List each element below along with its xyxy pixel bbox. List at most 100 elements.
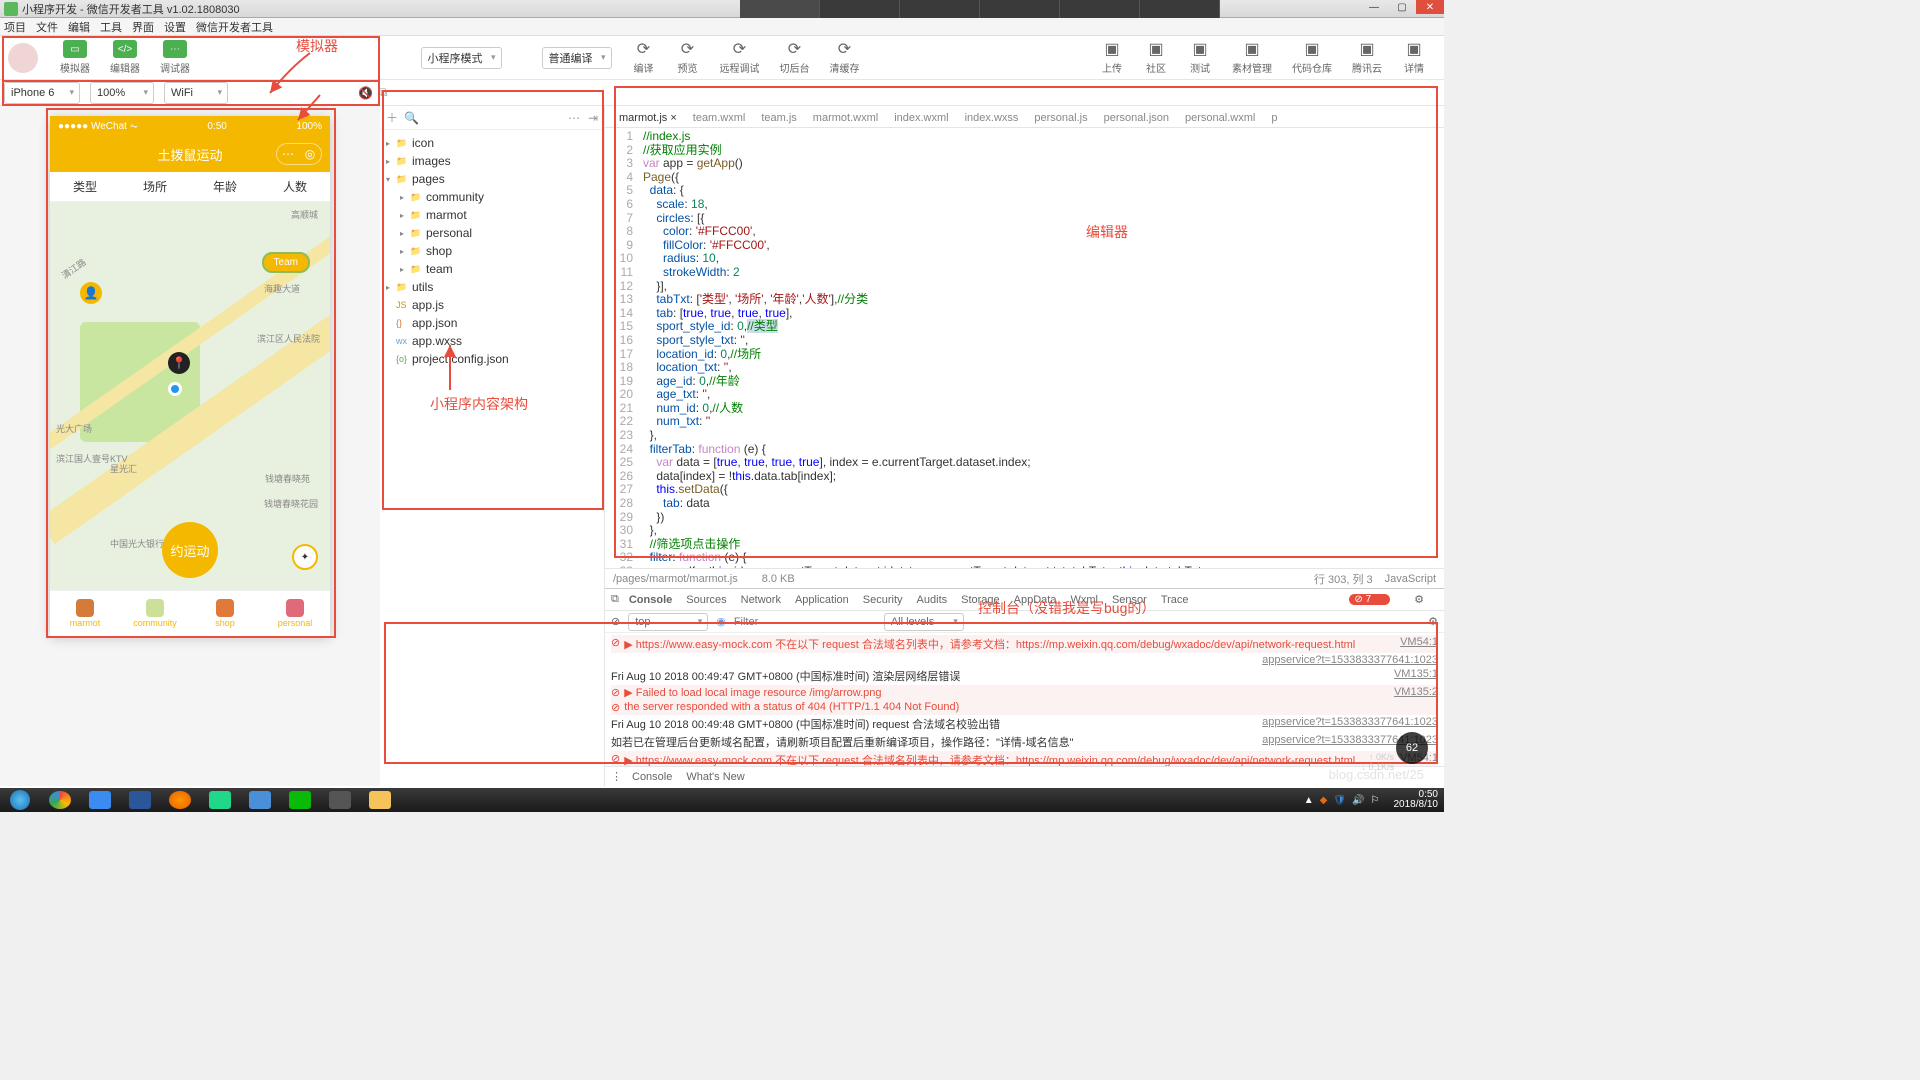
menu-project[interactable]: 项目 — [4, 19, 26, 35]
preview-button[interactable]: ⟳预览 — [676, 40, 700, 75]
maximize-btn[interactable]: ▢ — [1388, 0, 1416, 14]
test-button[interactable]: ▣测试 — [1188, 40, 1212, 75]
tb-word[interactable] — [120, 788, 160, 812]
repo-button[interactable]: ▣代码仓库 — [1292, 40, 1332, 75]
marker-person-icon[interactable]: 👤 — [80, 282, 102, 304]
drawer-console[interactable]: Console — [632, 771, 672, 783]
compass-icon[interactable]: ✦ — [292, 544, 318, 570]
user-avatar[interactable] — [8, 43, 38, 73]
mute-icon[interactable]: 🔇 — [358, 86, 373, 100]
tree-images[interactable]: ▸📁images — [380, 152, 604, 170]
map-view[interactable]: 高顺城 清江路 海趣大道 滨江区人民法院 钱塘春晓苑 钱塘春晓花园 光大广场 滨… — [50, 202, 330, 590]
detail-button[interactable]: ▣详情 — [1402, 40, 1426, 75]
tb-firefox[interactable] — [160, 788, 200, 812]
menu-settings[interactable]: 设置 — [164, 19, 186, 35]
editor-toggle[interactable]: </>编辑器 — [110, 40, 140, 75]
tree-utils[interactable]: ▸📁utils — [380, 278, 604, 296]
team-marker[interactable]: Team — [262, 252, 310, 273]
minimize-btn[interactable]: — — [1360, 0, 1388, 14]
filter-input[interactable] — [734, 616, 876, 628]
editor-tab[interactable]: marmot.wxml — [805, 109, 886, 127]
editor-tabs[interactable]: marmot.js ×team.wxmlteam.jsmarmot.wxmlin… — [605, 106, 1444, 128]
more-icon[interactable]: ⋯ — [568, 111, 580, 125]
device-select[interactable]: iPhone 6 — [4, 82, 80, 104]
popout-icon[interactable]: ⧉ — [379, 85, 388, 100]
tree-marmot[interactable]: ▸📁marmot — [380, 206, 604, 224]
console-settings-icon[interactable]: ⚙ — [1428, 615, 1438, 628]
devtab-console[interactable]: Console — [629, 594, 672, 606]
drawer-more-icon[interactable]: ⋮ — [611, 770, 622, 783]
tab-marmot[interactable]: marmot — [50, 591, 120, 636]
tab-personal[interactable]: personal — [260, 591, 330, 636]
filter-place[interactable]: 场所 — [120, 172, 190, 201]
upload-button[interactable]: ▣上传 — [1100, 40, 1124, 75]
tree-project.config.json[interactable]: {o}project.config.json — [380, 350, 604, 368]
tb-baidu[interactable] — [80, 788, 120, 812]
filter-age[interactable]: 年龄 — [190, 172, 260, 201]
tb-explorer[interactable] — [360, 788, 400, 812]
compile-button[interactable]: ⟳编译 — [632, 40, 656, 75]
bg-button[interactable]: ⟳切后台 — [780, 40, 810, 75]
editor-tab[interactable]: personal.js — [1026, 109, 1095, 127]
tab-shop[interactable]: shop — [190, 591, 260, 636]
devtab-application[interactable]: Application — [795, 594, 849, 606]
tree-icon[interactable]: ▸📁icon — [380, 134, 604, 152]
add-file-icon[interactable]: ＋ — [386, 109, 398, 126]
menu-edit[interactable]: 编辑 — [68, 19, 90, 35]
tree-personal[interactable]: ▸📁personal — [380, 224, 604, 242]
elements-icon[interactable]: ⧉ — [611, 593, 619, 606]
menu-tools[interactable]: 工具 — [100, 19, 122, 35]
start-button[interactable] — [0, 788, 40, 812]
editor-tab[interactable]: index.wxml — [886, 109, 956, 127]
tree-app.wxss[interactable]: wxapp.wxss — [380, 332, 604, 350]
context-select[interactable]: top — [628, 613, 708, 631]
tab-community[interactable]: community — [120, 591, 190, 636]
tree-pages[interactable]: ▾📁pages — [380, 170, 604, 188]
material-button[interactable]: ▣素材管理 — [1232, 40, 1272, 75]
menubar[interactable]: 项目 文件 编辑 工具 界面 设置 微信开发者工具 — [0, 18, 1444, 36]
remote-button[interactable]: ⟳远程调试 — [720, 40, 760, 75]
editor-tab[interactable]: marmot.js × — [611, 109, 685, 127]
system-tray[interactable]: ▲◆🛡🔊⚐ 0:502018/8/10 — [1298, 790, 1444, 810]
devtab-network[interactable]: Network — [741, 594, 781, 606]
community-button[interactable]: ▣社区 — [1144, 40, 1168, 75]
editor-tab[interactable]: personal.wxml — [1177, 109, 1263, 127]
devtab-trace[interactable]: Trace — [1161, 594, 1189, 606]
cache-button[interactable]: ⟳清缓存 — [830, 40, 860, 75]
tb-app2[interactable] — [320, 788, 360, 812]
code-editor[interactable]: 1234567891011121314151617181920212223242… — [605, 128, 1444, 568]
tx-button[interactable]: ▣腾讯云 — [1352, 40, 1382, 75]
drawer-whatsnew[interactable]: What's New — [686, 771, 744, 783]
os-taskbar[interactable]: ▲◆🛡🔊⚐ 0:502018/8/10 — [0, 788, 1444, 812]
editor-tab[interactable]: p — [1263, 109, 1285, 127]
filter-bar[interactable]: 类型 场所 年龄 人数 — [50, 172, 330, 202]
tb-chrome[interactable] — [40, 788, 80, 812]
tabbar[interactable]: marmot community shop personal — [50, 590, 330, 636]
editor-tab[interactable]: team.js — [753, 109, 804, 127]
filter-type[interactable]: 类型 — [50, 172, 120, 201]
marker-pin-icon[interactable]: 📍 — [168, 352, 190, 374]
file-tree[interactable]: ＋🔍⋯⇥ ▸📁icon▸📁images▾📁pages▸📁community▸📁m… — [380, 106, 605, 786]
error-count[interactable]: ⊘ 7 — [1349, 594, 1390, 605]
editor-tab[interactable]: team.wxml — [685, 109, 754, 127]
mode-select[interactable]: 小程序模式 — [421, 47, 502, 69]
debugger-toggle[interactable]: ⋯调试器 — [160, 40, 190, 75]
network-select[interactable]: WiFi — [164, 82, 228, 104]
menu-file[interactable]: 文件 — [36, 19, 58, 35]
console-output[interactable]: ⊘▶ https://www.easy-mock.com 不在以下 reques… — [605, 633, 1444, 766]
tree-app.js[interactable]: JSapp.js — [380, 296, 604, 314]
editor-tab[interactable]: personal.json — [1096, 109, 1177, 127]
clear-icon[interactable]: ⊘ — [611, 615, 620, 628]
tb-pycharm[interactable] — [200, 788, 240, 812]
search-icon[interactable]: 🔍 — [404, 111, 419, 125]
tb-app1[interactable] — [240, 788, 280, 812]
collapse-icon[interactable]: ⇥ — [588, 111, 598, 125]
tree-app.json[interactable]: {}app.json — [380, 314, 604, 332]
devtools-settings-icon[interactable]: ⚙ — [1414, 593, 1424, 606]
menu-ui[interactable]: 界面 — [132, 19, 154, 35]
capsule-buttons[interactable]: ⋯◎ — [276, 143, 322, 165]
editor-tab[interactable]: index.wxss — [957, 109, 1027, 127]
devtab-security[interactable]: Security — [863, 594, 903, 606]
devtab-sources[interactable]: Sources — [686, 594, 726, 606]
compile-select[interactable]: 普通编译 — [542, 47, 612, 69]
